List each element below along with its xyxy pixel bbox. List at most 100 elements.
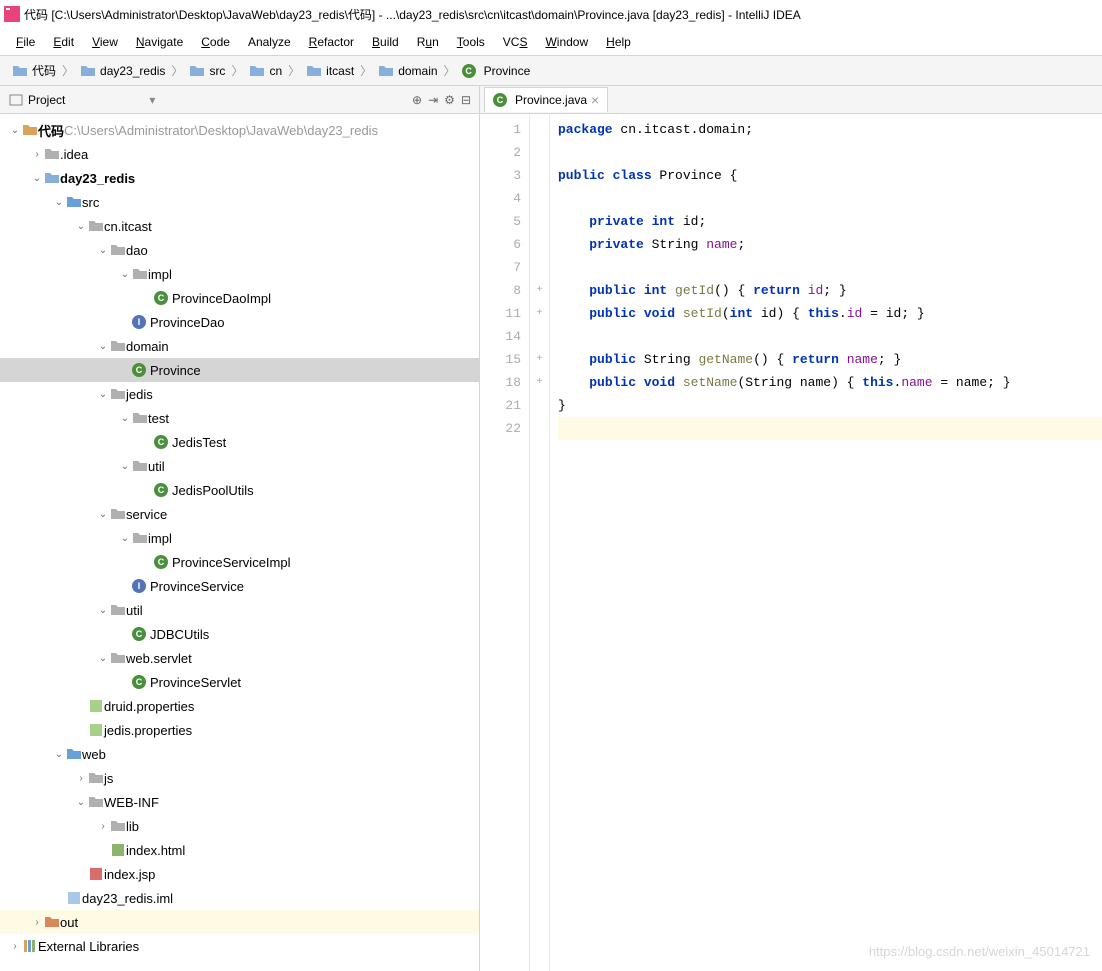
folder-icon bbox=[306, 63, 322, 79]
tree-node[interactable]: CJedisTest bbox=[0, 430, 479, 454]
menu-file[interactable]: File bbox=[8, 33, 43, 51]
menu-refactor[interactable]: Refactor bbox=[301, 33, 362, 51]
tree-node[interactable]: ›js bbox=[0, 766, 479, 790]
fold-gutter[interactable]: ++++ bbox=[530, 114, 550, 971]
chevron-down-icon[interactable]: ⌄ bbox=[52, 749, 66, 760]
tree-node[interactable]: ⌄代码 C:\Users\Administrator\Desktop\JavaW… bbox=[0, 118, 479, 142]
chevron-down-icon[interactable]: ⌄ bbox=[52, 197, 66, 208]
project-tree[interactable]: ⌄代码 C:\Users\Administrator\Desktop\JavaW… bbox=[0, 114, 479, 971]
tree-node[interactable]: CJDBCUtils bbox=[0, 622, 479, 646]
menu-analyze[interactable]: Analyze bbox=[240, 33, 299, 51]
chevron-down-icon[interactable]: ⌄ bbox=[118, 533, 132, 544]
tree-node[interactable]: ⌄util bbox=[0, 598, 479, 622]
tree-node[interactable]: ›lib bbox=[0, 814, 479, 838]
tree-node[interactable]: ⌄domain bbox=[0, 334, 479, 358]
tree-node[interactable]: index.jsp bbox=[0, 862, 479, 886]
chevron-down-icon[interactable]: ⌄ bbox=[118, 461, 132, 472]
tree-node[interactable]: ⌄test bbox=[0, 406, 479, 430]
chevron-down-icon[interactable]: ⌄ bbox=[118, 413, 132, 424]
tree-path: C:\Users\Administrator\Desktop\JavaWeb\d… bbox=[64, 123, 378, 138]
chevron-down-icon[interactable]: ⌄ bbox=[8, 125, 22, 136]
tree-node[interactable]: › External Libraries bbox=[0, 934, 479, 958]
chevron-down-icon[interactable]: ⌄ bbox=[96, 389, 110, 400]
menu-code[interactable]: Code bbox=[193, 33, 238, 51]
tree-node[interactable]: ⌄WEB-INF bbox=[0, 790, 479, 814]
tree-node[interactable]: druid.properties bbox=[0, 694, 479, 718]
tree-node[interactable]: index.html bbox=[0, 838, 479, 862]
tree-node[interactable]: ⌄web bbox=[0, 742, 479, 766]
tree-node[interactable]: CProvinceDaoImpl bbox=[0, 286, 479, 310]
dropdown-icon[interactable]: ▾ bbox=[149, 93, 155, 107]
menu-build[interactable]: Build bbox=[364, 33, 407, 51]
fold-expand-icon[interactable]: + bbox=[530, 279, 549, 302]
tree-label: druid.properties bbox=[104, 699, 194, 714]
menu-run[interactable]: Run bbox=[409, 33, 447, 51]
fold-expand-icon[interactable]: + bbox=[530, 371, 549, 394]
chevron-down-icon[interactable]: ⌄ bbox=[30, 173, 44, 184]
hide-icon[interactable]: ⊟ bbox=[461, 93, 471, 107]
tree-node[interactable]: ⌄day23_redis bbox=[0, 166, 479, 190]
src-folder-icon bbox=[66, 194, 82, 210]
breadcrumb-province[interactable]: CProvince bbox=[458, 62, 535, 80]
tree-node[interactable]: day23_redis.iml bbox=[0, 886, 479, 910]
tree-node[interactable]: CProvinceServiceImpl bbox=[0, 550, 479, 574]
breadcrumb-cn[interactable]: cn bbox=[245, 61, 286, 81]
chevron-down-icon[interactable]: ⌄ bbox=[96, 245, 110, 256]
code-content[interactable]: package cn.itcast.domain; public class P… bbox=[550, 114, 1102, 971]
menu-navigate[interactable]: Navigate bbox=[128, 33, 191, 51]
tree-label: index.html bbox=[126, 843, 185, 858]
tree-node[interactable]: IProvinceService bbox=[0, 574, 479, 598]
chevron-right-icon[interactable]: › bbox=[30, 149, 44, 160]
chevron-down-icon[interactable]: ⌄ bbox=[96, 653, 110, 664]
collapse-all-icon[interactable]: ⇥ bbox=[428, 93, 438, 107]
breadcrumb-domain[interactable]: domain bbox=[374, 61, 441, 81]
breadcrumb-itcast[interactable]: itcast bbox=[302, 61, 358, 81]
tree-node[interactable]: ⌄src bbox=[0, 190, 479, 214]
chevron-down-icon[interactable]: ⌄ bbox=[118, 269, 132, 280]
menu-help[interactable]: Help bbox=[598, 33, 639, 51]
menu-view[interactable]: View bbox=[84, 33, 126, 51]
tree-node[interactable]: CJedisPoolUtils bbox=[0, 478, 479, 502]
tree-node[interactable]: ⌄dao bbox=[0, 238, 479, 262]
menu-tools[interactable]: Tools bbox=[449, 33, 493, 51]
tree-node[interactable]: ›out bbox=[0, 910, 479, 934]
breadcrumb-代码[interactable]: 代码 bbox=[8, 60, 60, 81]
watermark: https://blog.csdn.net/weixin_45014721 bbox=[869, 944, 1090, 959]
tab-province[interactable]: C Province.java × bbox=[484, 87, 608, 112]
gear-icon[interactable]: ⚙ bbox=[444, 93, 455, 107]
chevron-down-icon[interactable]: ⌄ bbox=[74, 221, 88, 232]
chevron-down-icon[interactable]: ⌄ bbox=[96, 341, 110, 352]
class-icon: C bbox=[132, 363, 146, 377]
chevron-down-icon[interactable]: ⌄ bbox=[96, 509, 110, 520]
tree-node[interactable]: IProvinceDao bbox=[0, 310, 479, 334]
chevron-right-icon[interactable]: › bbox=[8, 941, 22, 952]
tree-node[interactable]: ⌄jedis bbox=[0, 382, 479, 406]
tree-node[interactable]: ⌄web.servlet bbox=[0, 646, 479, 670]
tree-node[interactable]: CProvince bbox=[0, 358, 479, 382]
code-editor[interactable]: 12345678111415182122 ++++ package cn.itc… bbox=[480, 114, 1102, 971]
tree-node[interactable]: ⌄util bbox=[0, 454, 479, 478]
close-icon[interactable]: × bbox=[591, 92, 599, 108]
tree-node[interactable]: ⌄impl bbox=[0, 262, 479, 286]
scroll-to-source-icon[interactable]: ⊕ bbox=[412, 93, 422, 107]
tree-label: External Libraries bbox=[38, 939, 139, 954]
tree-node[interactable]: ⌄impl bbox=[0, 526, 479, 550]
tree-node[interactable]: ›.idea bbox=[0, 142, 479, 166]
fold-empty bbox=[530, 256, 549, 279]
chevron-right-icon[interactable]: › bbox=[96, 821, 110, 832]
chevron-right-icon[interactable]: › bbox=[74, 773, 88, 784]
fold-expand-icon[interactable]: + bbox=[530, 302, 549, 325]
chevron-right-icon[interactable]: › bbox=[30, 917, 44, 928]
menu-window[interactable]: Window bbox=[537, 33, 596, 51]
fold-expand-icon[interactable]: + bbox=[530, 348, 549, 371]
tree-node[interactable]: jedis.properties bbox=[0, 718, 479, 742]
menu-edit[interactable]: Edit bbox=[45, 33, 82, 51]
tree-node[interactable]: ⌄cn.itcast bbox=[0, 214, 479, 238]
chevron-down-icon[interactable]: ⌄ bbox=[96, 605, 110, 616]
breadcrumb-src[interactable]: src bbox=[185, 61, 229, 81]
chevron-down-icon[interactable]: ⌄ bbox=[74, 797, 88, 808]
menu-vcs[interactable]: VCS bbox=[495, 33, 536, 51]
breadcrumb-day23_redis[interactable]: day23_redis bbox=[76, 61, 169, 81]
tree-node[interactable]: ⌄service bbox=[0, 502, 479, 526]
tree-node[interactable]: CProvinceServlet bbox=[0, 670, 479, 694]
